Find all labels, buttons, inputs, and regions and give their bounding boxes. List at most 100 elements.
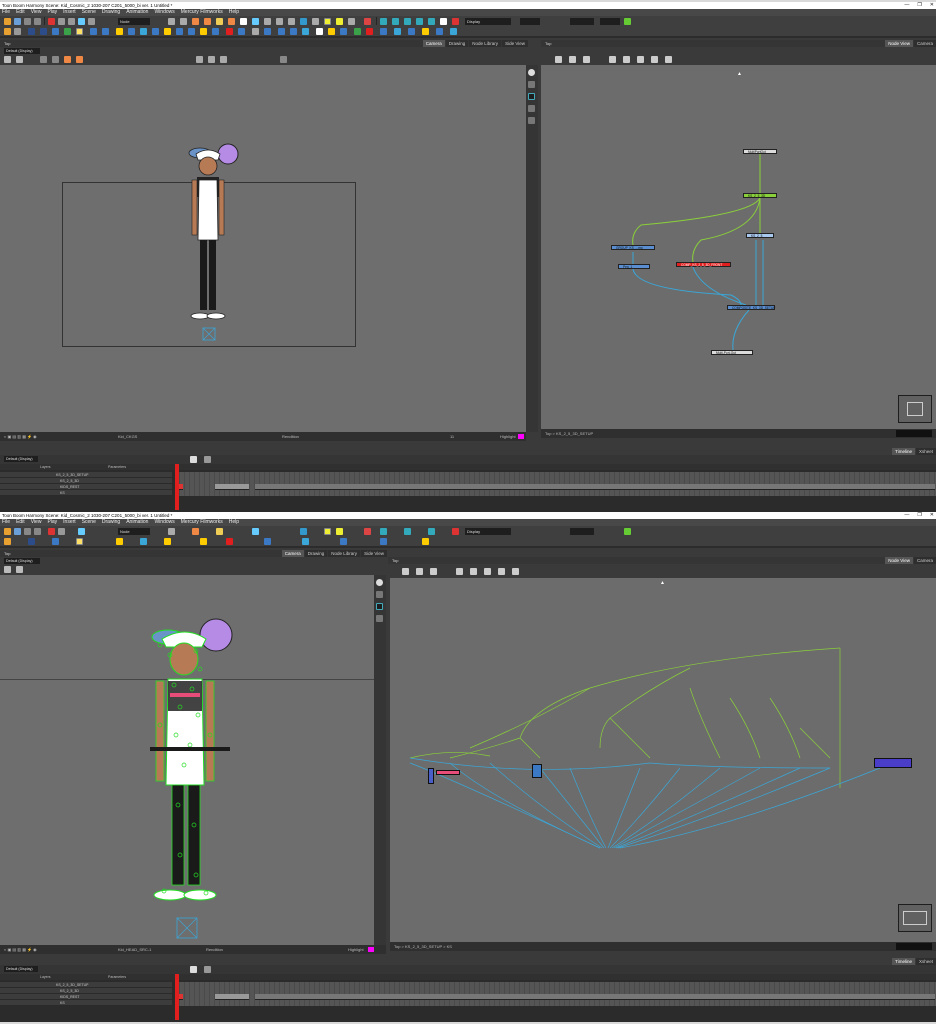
contour-icon[interactable] xyxy=(180,17,187,25)
character-rig-drawing[interactable] xyxy=(140,615,240,915)
opacity-field[interactable] xyxy=(600,17,620,25)
frame-cell[interactable] xyxy=(255,994,935,1000)
save-icon[interactable] xyxy=(14,527,21,535)
menu-insert[interactable]: Insert xyxy=(63,519,76,526)
cut-icon[interactable] xyxy=(278,27,285,35)
node-ks-25[interactable]: KS_2_5 xyxy=(746,233,774,238)
camera-icon[interactable] xyxy=(116,537,123,545)
script-6-icon[interactable] xyxy=(380,27,387,35)
tab-xsheet[interactable]: Xsheet xyxy=(915,958,936,965)
menu-play[interactable]: Play xyxy=(47,9,57,16)
node-view-canvas[interactable]: ▲ MultiPortOut KS_2_5_3D GROUP_KS_...mg … xyxy=(541,65,936,429)
script-5-icon[interactable] xyxy=(366,27,373,35)
copy-icon[interactable] xyxy=(290,27,297,35)
node-navigator[interactable] xyxy=(898,395,932,423)
light-table-icon[interactable] xyxy=(14,27,21,35)
render-icon[interactable] xyxy=(140,537,147,545)
undo-icon[interactable] xyxy=(24,527,31,535)
deform-icon[interactable] xyxy=(364,527,371,535)
menu-drawing[interactable]: Drawing xyxy=(102,9,120,16)
eraser-icon[interactable] xyxy=(228,17,235,25)
script-icon[interactable] xyxy=(226,537,233,545)
menu-view[interactable]: View xyxy=(31,519,42,526)
tab-side-view[interactable]: Side View xyxy=(361,550,387,557)
play-icon[interactable] xyxy=(58,527,65,535)
tab-node-view[interactable]: Node View xyxy=(885,40,913,47)
script-2-icon[interactable] xyxy=(328,27,335,35)
menu-insert[interactable]: Insert xyxy=(63,9,76,16)
lock-icon[interactable] xyxy=(164,27,171,35)
menu-mercury[interactable]: Mercury Filmworks xyxy=(181,9,223,16)
timeline-play-icon[interactable] xyxy=(190,456,197,463)
save-icon[interactable] xyxy=(14,17,21,25)
lock-icon[interactable] xyxy=(164,537,171,545)
menu-file[interactable]: File xyxy=(2,519,10,526)
spline-icon[interactable] xyxy=(404,17,411,25)
timeline-frames[interactable] xyxy=(175,472,936,496)
node-group[interactable]: GROUP_KS_...mg xyxy=(611,245,655,250)
tab-side-view[interactable]: Side View xyxy=(502,40,528,47)
key-icon[interactable] xyxy=(452,17,459,25)
text-tool-icon[interactable] xyxy=(240,17,247,25)
node-tool-1-icon[interactable] xyxy=(555,56,562,63)
pencil-icon[interactable] xyxy=(204,17,211,25)
camera-view-select[interactable]: Default (Display) xyxy=(4,558,40,564)
view-zoom-icon[interactable] xyxy=(376,615,383,622)
grid-icon[interactable] xyxy=(64,27,71,35)
menu-help[interactable]: Help xyxy=(229,9,239,16)
node-tool-1-icon[interactable] xyxy=(402,568,409,575)
align-icon[interactable] xyxy=(52,27,59,35)
zoom-field[interactable] xyxy=(570,17,594,25)
playhead[interactable] xyxy=(175,974,179,1020)
tab-node-library[interactable]: Node Library xyxy=(328,550,361,557)
script-10-icon[interactable] xyxy=(436,27,443,35)
node-tool-8-icon[interactable] xyxy=(512,568,519,575)
script-9-icon[interactable] xyxy=(422,537,429,545)
menu-view[interactable]: View xyxy=(31,9,42,16)
maximize-button[interactable]: ❐ xyxy=(917,2,921,9)
menu-scene[interactable]: Scene xyxy=(82,9,96,16)
menu-help[interactable]: Help xyxy=(229,519,239,526)
menu-play[interactable]: Play xyxy=(47,519,57,526)
tab-drawing[interactable]: Drawing xyxy=(304,550,328,557)
zoom-field[interactable] xyxy=(570,527,594,535)
tab-node-view[interactable]: Node View xyxy=(885,557,913,564)
camera-viewport[interactable] xyxy=(0,575,374,945)
rotate-icon[interactable] xyxy=(336,17,343,25)
export-icon[interactable] xyxy=(128,27,135,35)
harmony-plugin-icon[interactable] xyxy=(624,527,631,535)
camera-gear-icon[interactable] xyxy=(16,566,23,573)
loop-icon[interactable] xyxy=(78,17,85,25)
ellipse-icon[interactable] xyxy=(288,17,295,25)
camera-viewport[interactable] xyxy=(0,65,526,432)
display-select[interactable]: Display xyxy=(465,527,511,535)
node-peg[interactable]: Peg_1 xyxy=(618,264,650,269)
script-3-icon[interactable] xyxy=(340,537,347,545)
tab-camera[interactable]: Camera xyxy=(422,40,445,47)
camera-tool-1-icon[interactable] xyxy=(40,56,47,63)
kinematic-icon[interactable] xyxy=(264,27,271,35)
zoom-icon[interactable] xyxy=(348,17,355,25)
tab-timeline[interactable]: Timeline xyxy=(892,958,915,965)
node-zoom-field[interactable] xyxy=(896,943,932,950)
node-tool-2-icon[interactable] xyxy=(416,568,423,575)
node-tool-6-icon[interactable] xyxy=(637,56,644,63)
menu-edit[interactable]: Edit xyxy=(16,519,25,526)
frame-cell[interactable] xyxy=(215,994,249,1000)
open-icon[interactable] xyxy=(4,17,11,25)
script-icon[interactable] xyxy=(226,27,233,35)
layer-icon[interactable] xyxy=(90,27,97,35)
render-icon[interactable] xyxy=(140,27,147,35)
frame-cell[interactable] xyxy=(215,484,249,490)
bone-icon[interactable] xyxy=(416,17,423,25)
search-icon[interactable] xyxy=(200,537,207,545)
paste-icon[interactable] xyxy=(302,537,309,545)
timeline-loop-icon[interactable] xyxy=(204,456,211,463)
camera-tool-2-icon[interactable] xyxy=(52,56,59,63)
minimize-button[interactable]: — xyxy=(904,512,909,519)
view-fit-icon[interactable] xyxy=(528,117,535,124)
stop-icon[interactable] xyxy=(68,17,75,25)
peg-layer-icon[interactable] xyxy=(176,27,183,35)
highlight-swatch[interactable] xyxy=(518,434,524,439)
deformer-icon[interactable] xyxy=(252,27,259,35)
